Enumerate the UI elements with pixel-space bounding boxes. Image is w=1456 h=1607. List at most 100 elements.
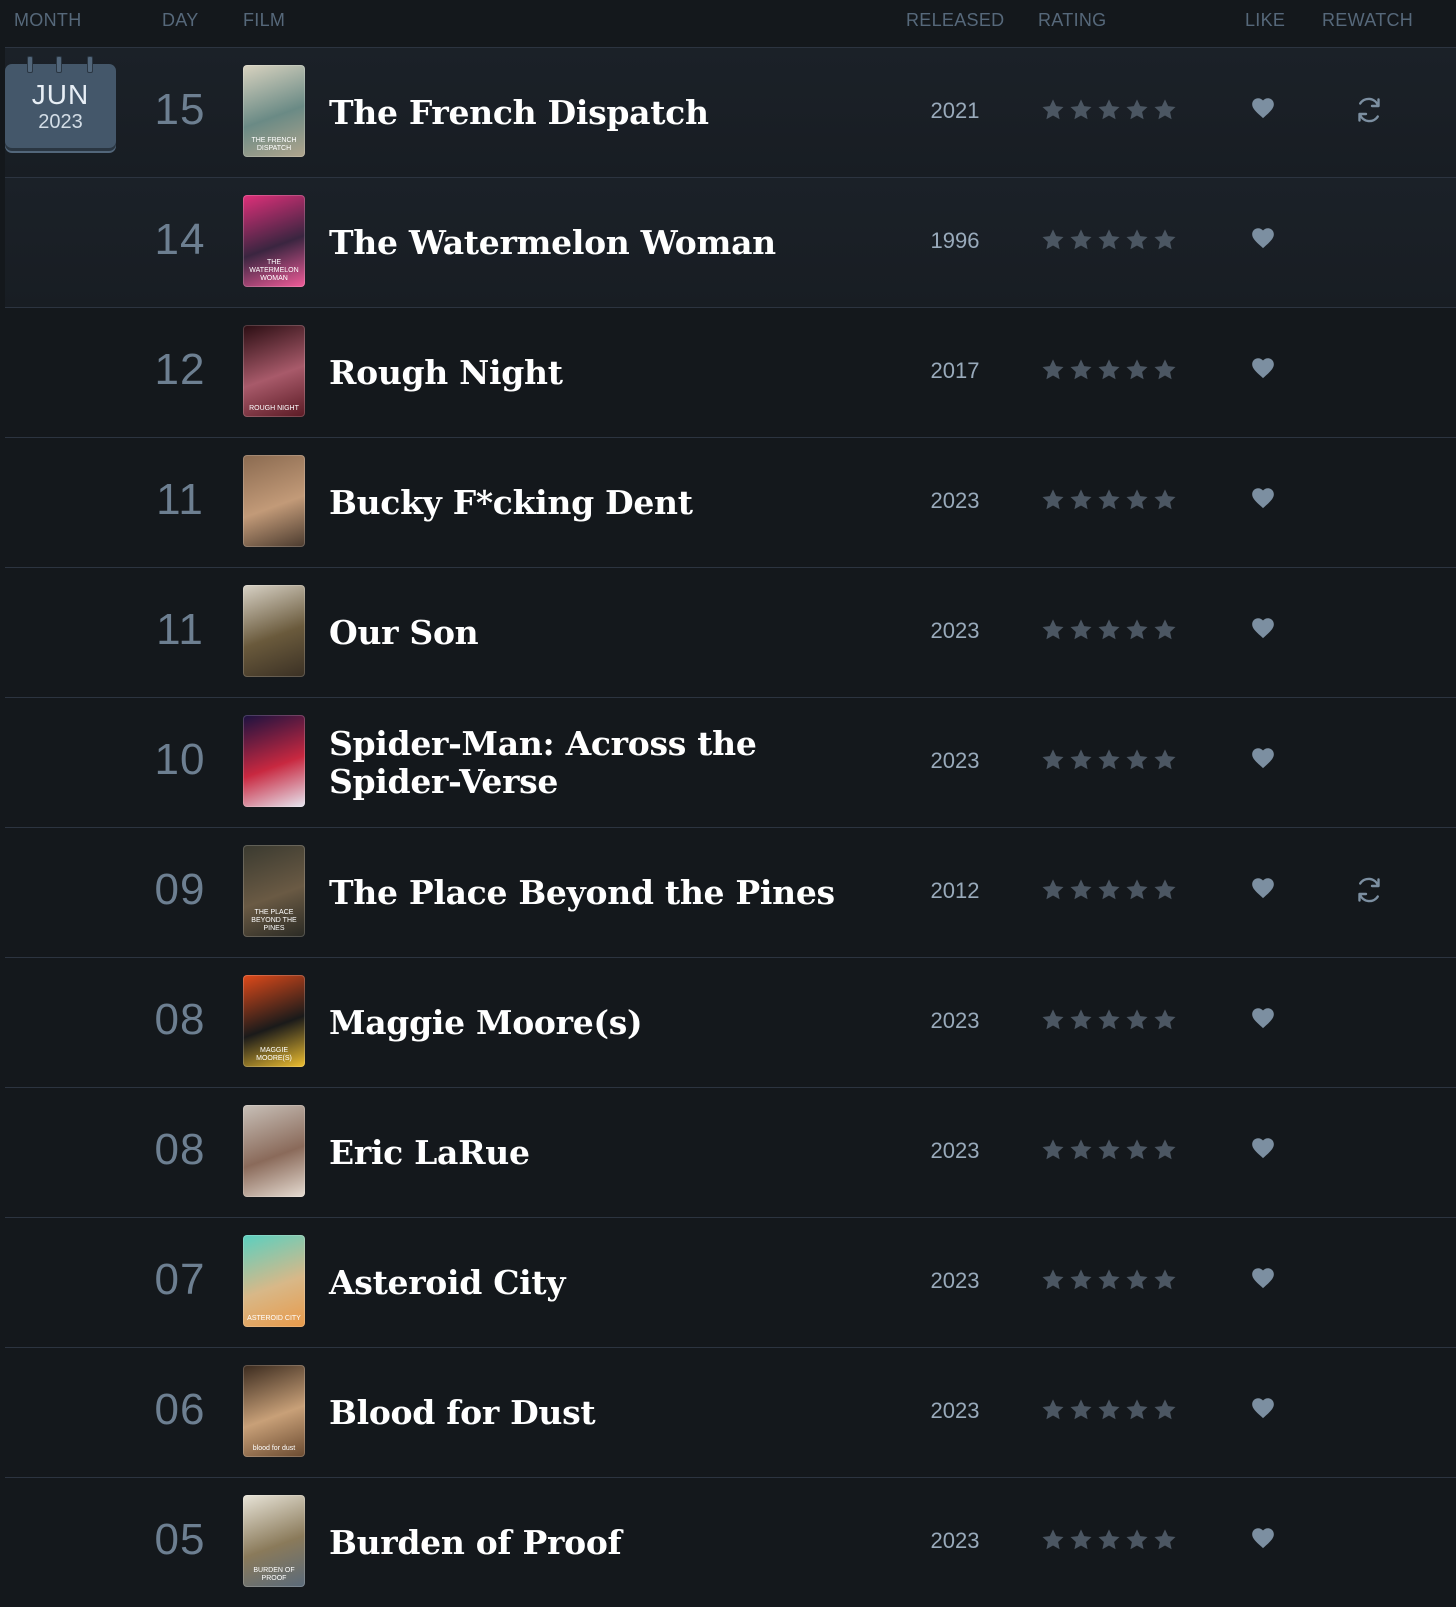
film-title[interactable]: The French Dispatch bbox=[329, 48, 849, 177]
release-year[interactable]: 2023 bbox=[905, 748, 1005, 774]
entry-day[interactable]: 14 bbox=[145, 215, 215, 265]
table-row-9[interactable]: 08 Eric LaRue 2023 bbox=[5, 1088, 1456, 1218]
star-icon bbox=[1070, 619, 1092, 640]
film-title[interactable]: Our Son bbox=[329, 568, 849, 697]
star-icon bbox=[1098, 229, 1120, 250]
film-title[interactable]: Burden of Proof bbox=[329, 1478, 849, 1607]
film-poster[interactable]: THE PLACE BEYOND THE PINES bbox=[243, 845, 305, 937]
release-year[interactable]: 1996 bbox=[905, 228, 1005, 254]
film-title[interactable]: The Place Beyond the Pines bbox=[329, 828, 849, 957]
release-year[interactable]: 2023 bbox=[905, 1528, 1005, 1554]
film-title[interactable]: The Watermelon Woman bbox=[329, 178, 849, 307]
heart-icon[interactable] bbox=[1250, 355, 1276, 381]
header-released[interactable]: RELEASED bbox=[906, 10, 1004, 31]
table-row-7[interactable]: 09 THE PLACE BEYOND THE PINES The Place … bbox=[5, 828, 1456, 958]
heart-icon[interactable] bbox=[1250, 1265, 1276, 1291]
entry-day[interactable]: 11 bbox=[145, 605, 215, 655]
entry-day[interactable]: 07 bbox=[145, 1255, 215, 1305]
header-rewatch[interactable]: REWATCH bbox=[1322, 10, 1413, 31]
calendar-ring bbox=[87, 56, 93, 73]
table-row-3[interactable]: 12 ROUGH NIGHT Rough Night 2017 bbox=[5, 308, 1456, 438]
film-poster[interactable] bbox=[243, 455, 305, 547]
calendar-ring bbox=[56, 56, 62, 73]
heart-icon[interactable] bbox=[1250, 485, 1276, 511]
heart-icon[interactable] bbox=[1250, 875, 1276, 901]
table-row-6[interactable]: 10 Spider-Man: Across the Spider-Verse 2… bbox=[5, 698, 1456, 828]
star-icon bbox=[1154, 1399, 1176, 1420]
release-year[interactable]: 2017 bbox=[905, 358, 1005, 384]
release-year[interactable]: 2012 bbox=[905, 878, 1005, 904]
entry-day[interactable]: 05 bbox=[145, 1515, 215, 1565]
film-poster[interactable]: BURDEN OF PROOF bbox=[243, 1495, 305, 1587]
header-like[interactable]: LIKE bbox=[1245, 10, 1285, 31]
table-row-4[interactable]: 11 Bucky F*cking Dent 2023 bbox=[5, 438, 1456, 568]
heart-icon[interactable] bbox=[1250, 95, 1276, 121]
table-row-1[interactable]: 15 THE FRENCH DISPATCH The French Dispat… bbox=[5, 48, 1456, 178]
film-title[interactable]: Eric LaRue bbox=[329, 1088, 849, 1217]
star-icon bbox=[1098, 879, 1120, 900]
star-icon bbox=[1126, 489, 1148, 510]
rewatch-icon[interactable] bbox=[1353, 94, 1385, 126]
film-title[interactable]: Bucky F*cking Dent bbox=[329, 438, 849, 567]
poster-label: ROUGH NIGHT bbox=[249, 405, 299, 412]
film-poster[interactable]: blood for dust bbox=[243, 1365, 305, 1457]
film-poster[interactable]: ASTEROID CITY bbox=[243, 1235, 305, 1327]
heart-icon[interactable] bbox=[1250, 225, 1276, 251]
heart-icon[interactable] bbox=[1250, 1525, 1276, 1551]
entry-day[interactable]: 11 bbox=[145, 475, 215, 525]
star-icon bbox=[1154, 1009, 1176, 1030]
header-film[interactable]: FILM bbox=[243, 10, 285, 31]
star-icon bbox=[1070, 749, 1092, 770]
release-year[interactable]: 2023 bbox=[905, 1398, 1005, 1424]
heart-icon[interactable] bbox=[1250, 615, 1276, 641]
film-poster[interactable] bbox=[243, 1105, 305, 1197]
film-title[interactable]: Rough Night bbox=[329, 308, 849, 437]
film-poster[interactable]: ROUGH NIGHT bbox=[243, 325, 305, 417]
heart-icon[interactable] bbox=[1250, 1395, 1276, 1421]
film-title[interactable]: Blood for Dust bbox=[329, 1348, 849, 1477]
film-title[interactable]: Asteroid City bbox=[329, 1218, 849, 1347]
header-day[interactable]: DAY bbox=[162, 10, 199, 31]
entry-day[interactable]: 08 bbox=[145, 995, 215, 1045]
rating-stars bbox=[1040, 747, 1178, 773]
film-title[interactable]: Spider-Man: Across the Spider-Verse bbox=[329, 698, 849, 827]
heart-icon[interactable] bbox=[1250, 1135, 1276, 1161]
table-row-10[interactable]: 07 ASTEROID CITY Asteroid City 2023 bbox=[5, 1218, 1456, 1348]
star-icon bbox=[1070, 99, 1092, 120]
entry-day[interactable]: 09 bbox=[145, 865, 215, 915]
entry-day[interactable]: 06 bbox=[145, 1385, 215, 1435]
film-poster[interactable]: THE WATERMELON WOMAN bbox=[243, 195, 305, 287]
entry-day[interactable]: 10 bbox=[145, 735, 215, 785]
entry-day[interactable]: 15 bbox=[145, 85, 215, 135]
star-icon bbox=[1126, 1529, 1148, 1550]
film-poster[interactable]: THE FRENCH DISPATCH bbox=[243, 65, 305, 157]
calendar-icon[interactable]: JUN 2023 bbox=[5, 56, 116, 148]
entry-day[interactable]: 08 bbox=[145, 1125, 215, 1175]
film-poster[interactable] bbox=[243, 715, 305, 807]
film-title[interactable]: Maggie Moore(s) bbox=[329, 958, 849, 1087]
release-year[interactable]: 2023 bbox=[905, 618, 1005, 644]
heart-icon[interactable] bbox=[1250, 1005, 1276, 1031]
film-poster[interactable] bbox=[243, 585, 305, 677]
table-row-11[interactable]: 06 blood for dust Blood for Dust 2023 bbox=[5, 1348, 1456, 1478]
release-year[interactable]: 2023 bbox=[905, 1008, 1005, 1034]
release-year[interactable]: 2023 bbox=[905, 1138, 1005, 1164]
table-row-8[interactable]: 08 MAGGIE MOORE(S) Maggie Moore(s) 2023 bbox=[5, 958, 1456, 1088]
table-row-12[interactable]: 05 BURDEN OF PROOF Burden of Proof 2023 bbox=[5, 1478, 1456, 1607]
release-year[interactable]: 2023 bbox=[905, 488, 1005, 514]
star-icon bbox=[1042, 1399, 1064, 1420]
release-year[interactable]: 2023 bbox=[905, 1268, 1005, 1294]
star-icon bbox=[1042, 749, 1064, 770]
header-month[interactable]: MONTH bbox=[14, 10, 82, 31]
release-year[interactable]: 2021 bbox=[905, 98, 1005, 124]
header-rating[interactable]: RATING bbox=[1038, 10, 1106, 31]
table-row-2[interactable]: 14 THE WATERMELON WOMAN The Watermelon W… bbox=[5, 178, 1456, 308]
star-icon bbox=[1126, 1139, 1148, 1160]
table-row-5[interactable]: 11 Our Son 2023 bbox=[5, 568, 1456, 698]
rewatch-icon[interactable] bbox=[1353, 874, 1385, 906]
heart-icon[interactable] bbox=[1250, 745, 1276, 771]
star-icon bbox=[1098, 99, 1120, 120]
star-icon bbox=[1126, 619, 1148, 640]
film-poster[interactable]: MAGGIE MOORE(S) bbox=[243, 975, 305, 1067]
entry-day[interactable]: 12 bbox=[145, 345, 215, 395]
